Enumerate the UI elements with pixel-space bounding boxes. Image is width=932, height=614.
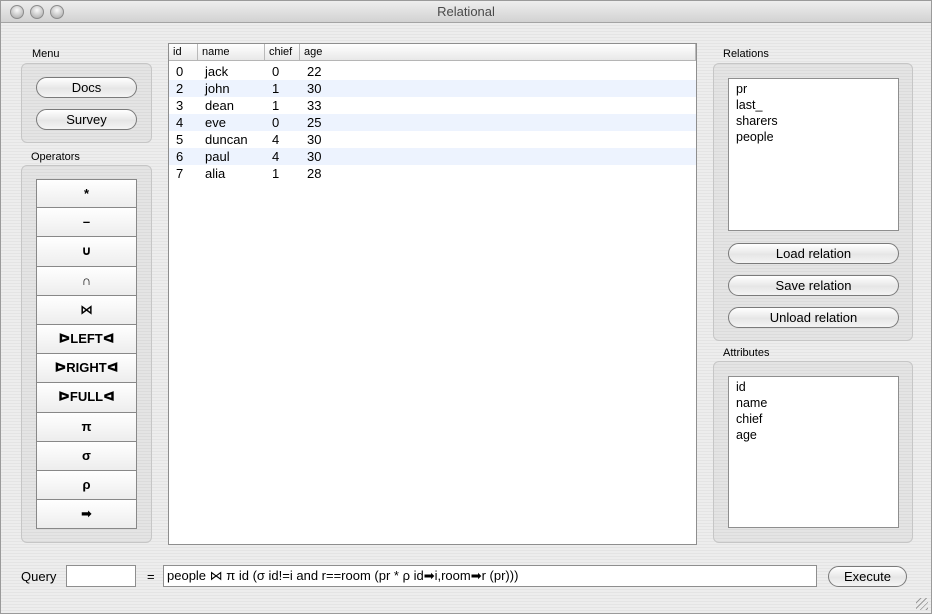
product-operator-button[interactable]: *: [36, 179, 137, 209]
cell-name: paul: [205, 149, 230, 164]
survey-button[interactable]: Survey: [36, 109, 137, 130]
column-header-chief[interactable]: chief: [265, 44, 300, 60]
window-title: Relational: [437, 4, 495, 19]
left-join-operator-button[interactable]: ᐅLEFTᐊ: [36, 324, 137, 355]
menu-label: Menu: [32, 48, 60, 60]
cell-chief: 1: [272, 81, 280, 96]
load-relation-button[interactable]: Load relation: [728, 243, 899, 264]
cell-chief: 0: [272, 64, 280, 79]
cell-name: jack: [205, 64, 229, 79]
resize-grip-icon[interactable]: [916, 598, 928, 610]
query-expression-input[interactable]: people ⋈ π id (σ id!=i and r==room (pr *…: [163, 565, 817, 587]
cell-id: 6: [176, 149, 184, 164]
projection-operator-button[interactable]: π: [36, 412, 137, 442]
menu-group: Docs Survey: [21, 63, 152, 143]
cell-id: 4: [176, 115, 184, 130]
equals-sign: =: [147, 569, 155, 584]
attribute-item[interactable]: age: [736, 427, 898, 443]
relations-list[interactable]: pr last_ sharers people: [728, 78, 899, 231]
cell-chief: 4: [272, 132, 280, 147]
relations-label: Relations: [723, 48, 769, 60]
union-operator-button[interactable]: ∪: [36, 237, 137, 267]
cell-age: 28: [307, 166, 322, 181]
cell-age: 25: [307, 115, 322, 130]
column-header-name[interactable]: name: [198, 44, 265, 60]
cell-chief: 1: [272, 166, 280, 181]
cell-name: dean: [205, 98, 234, 113]
attribute-item[interactable]: name: [736, 395, 898, 411]
cell-name: duncan: [205, 132, 248, 147]
cell-age: 30: [307, 81, 322, 96]
intersection-operator-button[interactable]: ∩: [36, 266, 137, 296]
cell-id: 5: [176, 132, 184, 147]
operator-buttons: * – ∪ ∩ ⋈ ᐅLEFTᐊ ᐅRIGHTᐊ ᐅFULLᐊ π σ ρ ➡: [36, 179, 137, 530]
result-name-input[interactable]: [66, 565, 136, 587]
app-window: Relational Menu Docs Survey Operators * …: [0, 0, 932, 614]
cell-age: 30: [307, 149, 322, 164]
cell-name: john: [205, 81, 230, 96]
column-header-id[interactable]: id: [169, 44, 198, 60]
unload-relation-button[interactable]: Unload relation: [728, 307, 899, 328]
table-row[interactable]: 7 alia 1 28: [169, 165, 696, 182]
full-join-operator-button[interactable]: ᐅFULLᐊ: [36, 383, 137, 413]
table-row[interactable]: 0 jack 0 22: [169, 63, 696, 80]
cell-chief: 0: [272, 115, 280, 130]
attributes-label: Attributes: [723, 347, 770, 359]
cell-name: eve: [205, 115, 226, 130]
attributes-list[interactable]: id name chief age: [728, 376, 899, 528]
rename-operator-button[interactable]: ρ: [36, 470, 137, 501]
cell-id: 0: [176, 64, 184, 79]
query-label: Query: [21, 569, 57, 584]
save-relation-button[interactable]: Save relation: [728, 275, 899, 296]
operators-label: Operators: [31, 151, 80, 163]
arrow-operator-button[interactable]: ➡: [36, 500, 137, 530]
table-row[interactable]: 5 duncan 4 30: [169, 131, 696, 148]
table-row[interactable]: 6 paul 4 30: [169, 148, 696, 165]
attribute-item[interactable]: chief: [736, 411, 898, 427]
cell-id: 7: [176, 166, 184, 181]
result-table[interactable]: id name chief age 0 jack 0 22 2 john 1 3…: [168, 43, 697, 545]
title-bar: Relational: [1, 1, 931, 23]
cell-age: 22: [307, 64, 322, 79]
cell-chief: 4: [272, 149, 280, 164]
cell-age: 30: [307, 132, 322, 147]
table-row[interactable]: 3 dean 1 33: [169, 97, 696, 114]
cell-id: 3: [176, 98, 184, 113]
relation-item[interactable]: people: [736, 129, 898, 145]
cell-id: 2: [176, 81, 184, 96]
right-join-operator-button[interactable]: ᐅRIGHTᐊ: [36, 354, 137, 384]
cell-chief: 1: [272, 98, 280, 113]
relation-item[interactable]: pr: [736, 81, 898, 97]
attributes-group: id name chief age: [713, 361, 913, 543]
cell-name: alia: [205, 166, 226, 181]
execute-button[interactable]: Execute: [828, 566, 907, 587]
relation-item[interactable]: sharers: [736, 113, 898, 129]
attribute-item[interactable]: id: [736, 379, 898, 395]
table-row[interactable]: 2 john 1 30: [169, 80, 696, 97]
relations-group: pr last_ sharers people Load relation Sa…: [713, 63, 913, 341]
table-header: id name chief age: [169, 44, 696, 61]
docs-button[interactable]: Docs: [36, 77, 137, 98]
difference-operator-button[interactable]: –: [36, 208, 137, 238]
relation-item[interactable]: last_: [736, 97, 898, 113]
table-row[interactable]: 4 eve 0 25: [169, 114, 696, 131]
column-header-age[interactable]: age: [300, 44, 696, 60]
join-operator-button[interactable]: ⋈: [36, 295, 137, 325]
selection-operator-button[interactable]: σ: [36, 441, 137, 471]
cell-age: 33: [307, 98, 322, 113]
